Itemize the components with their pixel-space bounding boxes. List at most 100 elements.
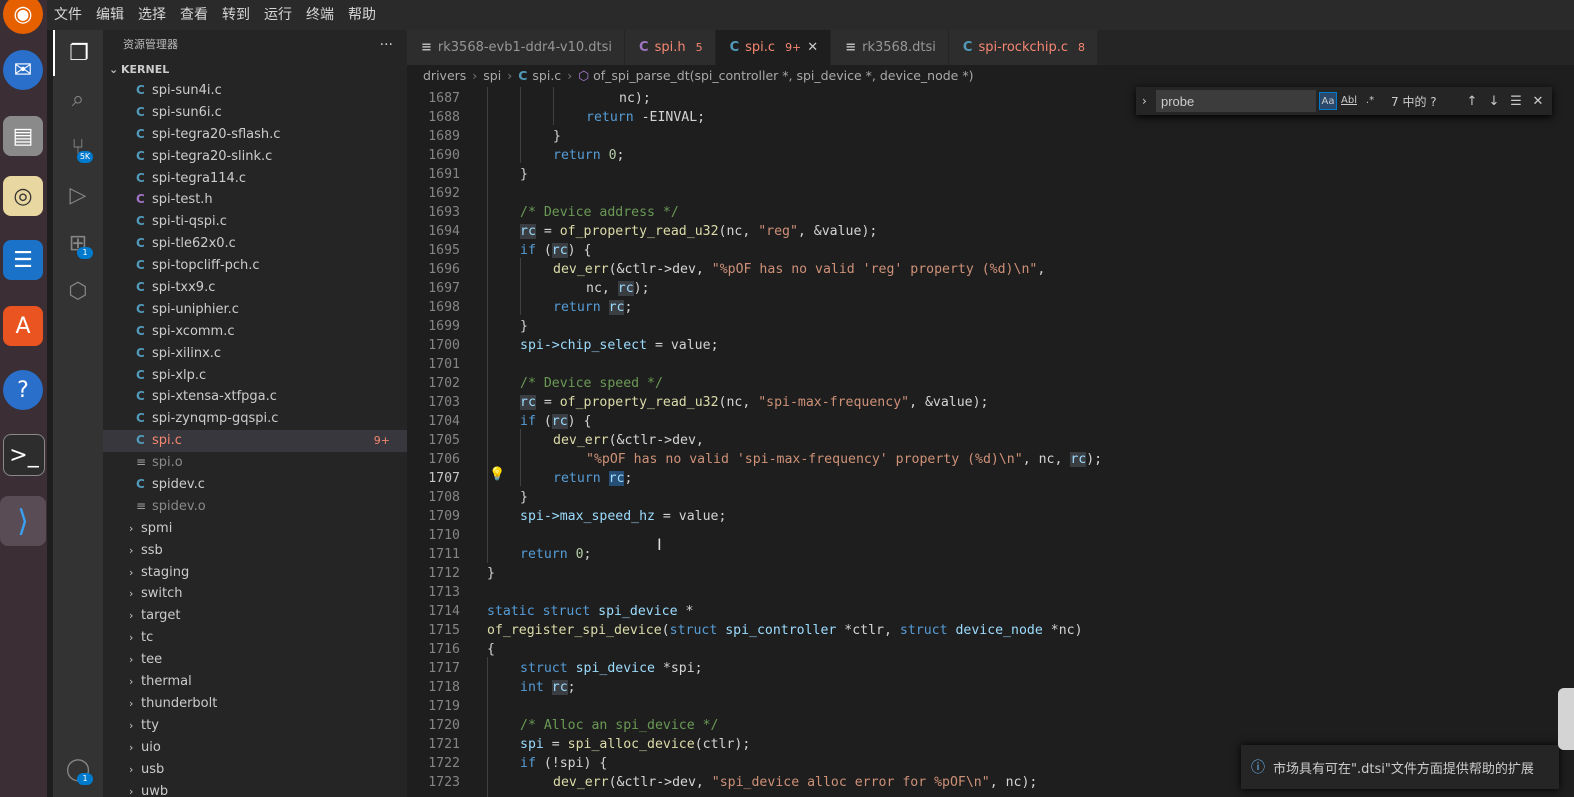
- tree-file-item[interactable]: Cspi-txx9.c: [103, 277, 407, 299]
- firefox-icon[interactable]: ◉: [3, 0, 43, 34]
- find-in-selection-icon[interactable]: ☰: [1505, 94, 1527, 109]
- tree-file-item[interactable]: Cspi-xlp.c: [103, 365, 407, 387]
- menu-edit[interactable]: 编辑: [89, 0, 131, 30]
- search-icon[interactable]: ⌕: [53, 76, 103, 122]
- tab-spi-h[interactable]: Cspi.h 5: [625, 30, 716, 65]
- tree-file-item[interactable]: Cspi-test.h: [103, 189, 407, 211]
- code-text: }: [487, 566, 495, 581]
- rhythmbox-icon[interactable]: ◎: [3, 176, 43, 216]
- close-icon[interactable]: ✕: [807, 40, 818, 55]
- source-control-icon[interactable]: ⑂ 5K: [53, 124, 103, 170]
- tree-file-item[interactable]: Cspi-topcliff-pch.c: [103, 255, 407, 277]
- tab-spi-c[interactable]: Cspi.c 9+ ✕: [715, 30, 832, 65]
- code-text: );: [633, 281, 650, 296]
- workspace-section-header[interactable]: ⌄ KERNEL: [103, 60, 407, 80]
- menu-selection[interactable]: 选择: [131, 0, 173, 30]
- code-text: =: [543, 737, 568, 752]
- thunderbird-icon[interactable]: ✉: [3, 50, 43, 90]
- chevron-right-icon: ›: [129, 675, 134, 689]
- tree-file-item[interactable]: Cspi-ti-qspi.c: [103, 211, 407, 233]
- tree-folder-item[interactable]: › thunderbolt: [103, 693, 407, 715]
- tree-file-item[interactable]: ≡ spi.o: [103, 452, 407, 474]
- match-case-toggle[interactable]: Aa: [1319, 92, 1337, 110]
- menu-go[interactable]: 转到: [215, 0, 257, 30]
- tree-file-item[interactable]: Cspi-tegra20-sflash.c: [103, 124, 407, 146]
- breadcrumb-file[interactable]: spi.c: [532, 68, 561, 83]
- tree-file-item[interactable]: Cspi-tegra20-slink.c: [103, 146, 407, 168]
- tab-rk3568-evb1[interactable]: ≡ rk3568-evb1-ddr4-v10.dtsi: [407, 30, 626, 65]
- code-editor[interactable]: 1687 nc); 1688 return -EINVAL; 1689} 1690 r…: [407, 87, 1574, 797]
- tree-file-item[interactable]: Cspi-tle62x0.c: [103, 233, 407, 255]
- c-file-icon: C: [136, 192, 145, 207]
- arrow-up-icon[interactable]: ↑: [1461, 94, 1483, 109]
- menu-view[interactable]: 查看: [173, 0, 215, 30]
- tree-folder-item[interactable]: › switch: [103, 583, 407, 605]
- run-debug-icon[interactable]: ▷: [53, 172, 103, 218]
- tree-file-item[interactable]: ≡ spidev.o: [103, 496, 407, 518]
- account-icon[interactable]: ◯ 1: [53, 746, 103, 792]
- tree-file-item[interactable]: Cspi.c 9+: [103, 430, 407, 453]
- tree-file-item[interactable]: Cspi-xcomm.c: [103, 321, 407, 343]
- arrow-down-icon[interactable]: ↓: [1483, 94, 1505, 109]
- close-icon[interactable]: ✕: [1527, 94, 1549, 109]
- side-panel-handle[interactable]: [1558, 688, 1574, 750]
- tree-file-item[interactable]: Cspi-zynqmp-gqspi.c: [103, 408, 407, 430]
- c-file-icon: C: [729, 40, 740, 55]
- lightbulb-icon[interactable]: 💡: [489, 467, 505, 482]
- menu-run[interactable]: 运行: [257, 0, 299, 30]
- tab-spi-rockchip[interactable]: Cspi-rockchip.c 8: [948, 30, 1099, 65]
- match-whole-word-toggle[interactable]: Abl: [1340, 92, 1358, 110]
- chevron-right-icon: ›: [129, 631, 134, 645]
- extensions-icon[interactable]: ⊞ 1: [53, 220, 103, 266]
- tree-folder-item[interactable]: › tty: [103, 715, 407, 737]
- breadcrumb-spi[interactable]: spi: [483, 68, 501, 83]
- tree-file-item[interactable]: Cspidev.c: [103, 474, 407, 496]
- tree-folder-item[interactable]: › usb: [103, 759, 407, 781]
- tree-item-label: spi-tegra20-slink.c: [152, 148, 273, 164]
- tree-folder-item[interactable]: › tee: [103, 649, 407, 671]
- tree-folder-item[interactable]: › spmi: [103, 518, 407, 540]
- tree-folder-item[interactable]: › uwb: [103, 781, 407, 797]
- help-icon[interactable]: ?: [3, 370, 43, 410]
- menu-help[interactable]: 帮助: [341, 0, 383, 30]
- tree-file-item[interactable]: Cspi-tegra114.c: [103, 168, 407, 190]
- tree-file-item[interactable]: Cspi-sun4i.c: [103, 80, 407, 102]
- files-icon[interactable]: ▤: [3, 116, 43, 156]
- info-icon: ⓘ: [1251, 760, 1265, 776]
- tree-folder-item[interactable]: › staging: [103, 562, 407, 584]
- vscode-icon[interactable]: ⟩: [0, 496, 46, 546]
- software-icon[interactable]: A: [3, 306, 43, 346]
- notification-toast[interactable]: ⓘ 市场具有可在".dtsi"文件方面提供帮助的扩展: [1241, 745, 1559, 789]
- breadcrumb-symbol[interactable]: of_spi_parse_dt(spi_controller *, spi_de…: [593, 68, 973, 83]
- find-input[interactable]: [1156, 90, 1316, 112]
- code-line: 1706 "%pOF has no valid 'spi-max-frequenc…: [407, 450, 1574, 469]
- line-number: 1698: [428, 300, 460, 315]
- writer-icon[interactable]: ☰: [3, 240, 43, 280]
- menu-terminal[interactable]: 终端: [299, 0, 341, 30]
- remote-explorer-icon[interactable]: ⬡: [53, 268, 103, 314]
- tree-folder-item[interactable]: › ssb: [103, 540, 407, 562]
- tree-file-item[interactable]: Cspi-xilinx.c: [103, 343, 407, 365]
- regex-toggle[interactable]: .*: [1361, 92, 1379, 110]
- tree-item-label: thunderbolt: [141, 695, 218, 711]
- tree-file-item[interactable]: Cspi-sun6i.c: [103, 102, 407, 124]
- tree-file-item[interactable]: Cspi-xtensa-xtfpga.c: [103, 386, 407, 408]
- code-line: 1709 spi->max_speed_hz = value;: [407, 507, 1574, 526]
- more-actions-icon[interactable]: ···: [380, 30, 393, 60]
- object-file-icon: ≡: [136, 455, 147, 470]
- code-keyword: if: [520, 756, 536, 771]
- menu-file[interactable]: 文件: [47, 0, 89, 30]
- tree-folder-item[interactable]: › tc: [103, 627, 407, 649]
- tree-folder-item[interactable]: › target: [103, 605, 407, 627]
- explorer-icon[interactable]: ❐: [53, 30, 103, 76]
- breadcrumb-drivers[interactable]: drivers: [423, 68, 466, 83]
- tree-folder-item[interactable]: › uio: [103, 737, 407, 759]
- toggle-replace-icon[interactable]: ›: [1142, 94, 1147, 108]
- tree-item-label: usb: [141, 761, 165, 777]
- terminal-icon[interactable]: >_: [3, 434, 45, 476]
- scm-badge: 5K: [77, 151, 93, 163]
- code-line: 1711 return 0;: [407, 545, 1574, 564]
- tree-folder-item[interactable]: › thermal: [103, 671, 407, 693]
- tree-file-item[interactable]: Cspi-uniphier.c: [103, 299, 407, 321]
- tab-rk3568-dtsi[interactable]: ≡ rk3568.dtsi: [831, 30, 949, 65]
